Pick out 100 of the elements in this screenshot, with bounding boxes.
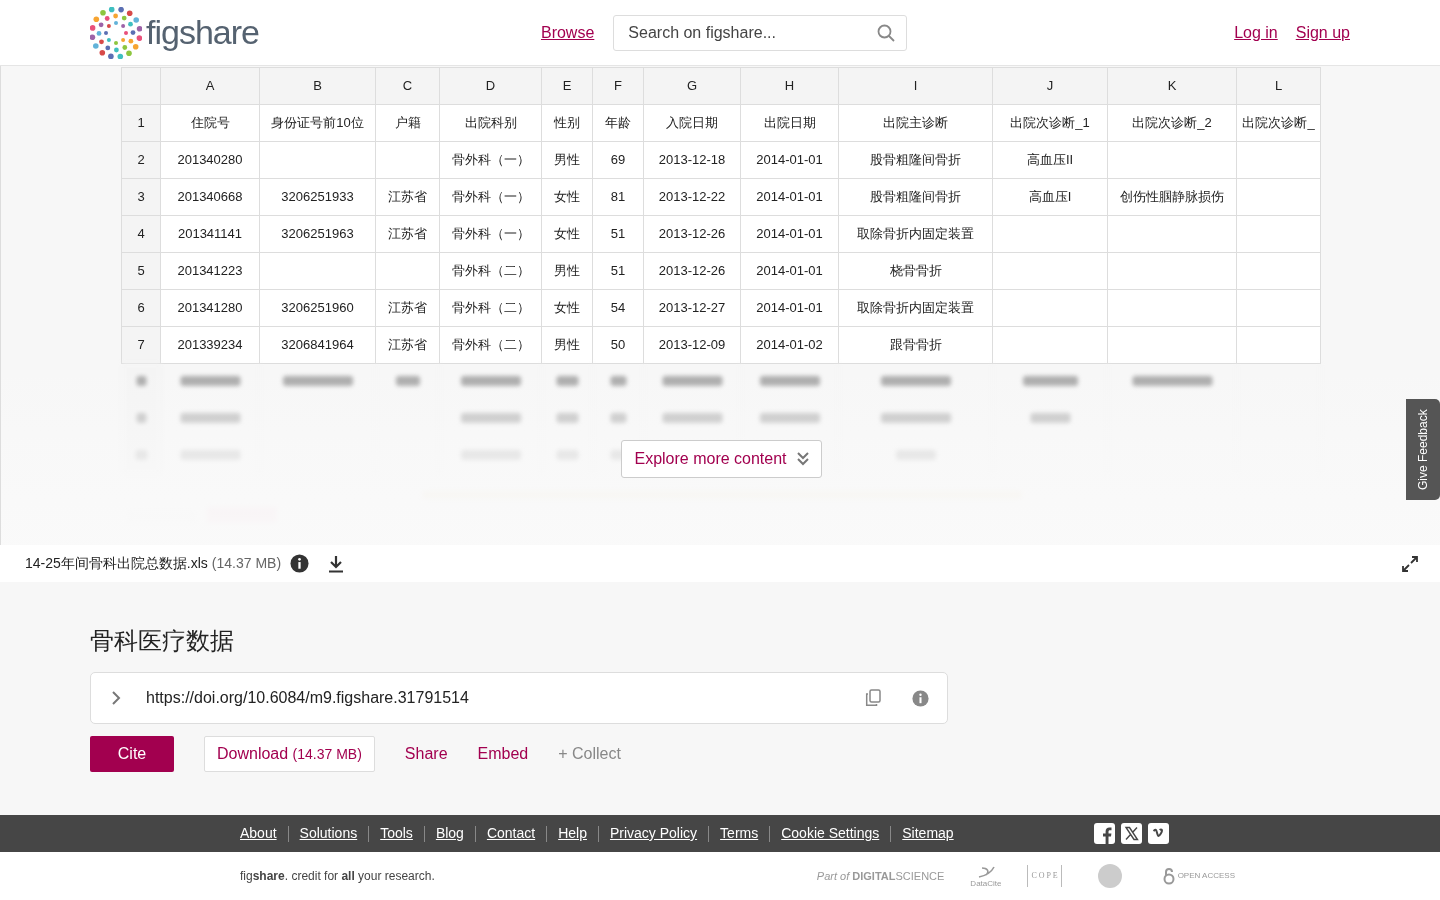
table-cell: 50 bbox=[593, 327, 644, 364]
row-header: 2 bbox=[122, 142, 161, 179]
footer-link[interactable]: Help bbox=[558, 823, 587, 844]
table-cell: 入院日期 bbox=[644, 105, 741, 142]
footer-tagline: figshare. credit for all your research. bbox=[240, 868, 435, 885]
download-button[interactable]: Download (14.37 MB) bbox=[204, 736, 375, 772]
share-button[interactable]: Share bbox=[404, 742, 448, 766]
table-cell: 201341141 bbox=[161, 216, 260, 253]
table-cell: 3206841964 bbox=[260, 327, 376, 364]
table-cell: 2014-01-01 bbox=[741, 142, 839, 179]
give-feedback-tab[interactable]: Give Feedback bbox=[1406, 399, 1440, 500]
column-header: F bbox=[593, 68, 644, 105]
table-cell: 骨外科（一） bbox=[440, 142, 542, 179]
footer-link[interactable]: Tools bbox=[380, 823, 413, 844]
open-lock-icon[interactable] bbox=[1161, 867, 1176, 885]
table-cell: 出院主诊断 bbox=[839, 105, 993, 142]
table-cell: 2014-01-01 bbox=[741, 253, 839, 290]
table-cell bbox=[376, 142, 440, 179]
table-cell: 骨外科（二） bbox=[440, 253, 542, 290]
table-cell: 2014-01-02 bbox=[741, 327, 839, 364]
footer-link[interactable]: Sitemap bbox=[902, 823, 954, 844]
column-header: G bbox=[644, 68, 741, 105]
column-header: K bbox=[1108, 68, 1237, 105]
column-header: D bbox=[440, 68, 542, 105]
logo-icon[interactable] bbox=[90, 6, 142, 59]
table-cell: 创伤性腘静脉损伤 bbox=[1108, 179, 1237, 216]
table-cell: 出院次诊断_ bbox=[1237, 105, 1321, 142]
table-cell: 身份证号前10位 bbox=[260, 105, 376, 142]
table-cell: 骨外科（一） bbox=[440, 179, 542, 216]
table-cell: 201339234 bbox=[161, 327, 260, 364]
search-field[interactable]: Search on figshare... bbox=[613, 14, 908, 51]
row-header: 3 bbox=[122, 179, 161, 216]
column-header: A bbox=[161, 68, 260, 105]
item-title: 骨科医疗数据 bbox=[90, 626, 235, 656]
row-header: 5 bbox=[122, 253, 161, 290]
table-cell: 2013-12-26 bbox=[644, 253, 741, 290]
footer-link[interactable]: Privacy Policy bbox=[609, 823, 698, 844]
info-icon[interactable] bbox=[290, 554, 310, 573]
table-cell: 女性 bbox=[542, 216, 593, 253]
table-cell: 男性 bbox=[542, 327, 593, 364]
footer-link[interactable]: Contact bbox=[486, 823, 536, 844]
search-icon[interactable] bbox=[877, 23, 896, 42]
facebook-icon[interactable] bbox=[1093, 823, 1115, 844]
table-cell: 2014-01-01 bbox=[741, 216, 839, 253]
x-icon[interactable] bbox=[1120, 823, 1142, 844]
table-cell: 桡骨骨折 bbox=[839, 253, 993, 290]
sign-up-link[interactable]: Sign up bbox=[1295, 20, 1350, 45]
footer-link[interactable]: Terms bbox=[720, 823, 759, 844]
explore-more-button[interactable]: Explore more content bbox=[621, 440, 822, 478]
copy-icon[interactable] bbox=[865, 689, 881, 707]
table-cell: 2013-12-22 bbox=[644, 179, 741, 216]
table-cell bbox=[376, 253, 440, 290]
log-in-link[interactable]: Log in bbox=[1234, 20, 1278, 45]
table-cell: 51 bbox=[593, 216, 644, 253]
table-cell: 54 bbox=[593, 290, 644, 327]
file-size: (14.37 MB) bbox=[211, 554, 282, 573]
chevron-right-icon[interactable] bbox=[111, 690, 121, 706]
table-cell: 股骨粗隆间骨折 bbox=[839, 179, 993, 216]
table-cell: 2013-12-09 bbox=[644, 327, 741, 364]
table-cell: 出院次诊断_1 bbox=[993, 105, 1108, 142]
table-cell: 2013-12-27 bbox=[644, 290, 741, 327]
table-cell: 出院科别 bbox=[440, 105, 542, 142]
column-header: E bbox=[542, 68, 593, 105]
table-cell: 出院日期 bbox=[741, 105, 839, 142]
vimeo-icon[interactable] bbox=[1147, 823, 1169, 844]
table-cell: 201341223 bbox=[161, 253, 260, 290]
footer-link[interactable]: About bbox=[240, 823, 277, 844]
table-cell: 江苏省 bbox=[376, 216, 440, 253]
table-cell: 高血压I bbox=[993, 179, 1108, 216]
table-cell: 201341280 bbox=[161, 290, 260, 327]
table-cell: 3206251960 bbox=[260, 290, 376, 327]
row-header: 4 bbox=[122, 216, 161, 253]
footer-link[interactable]: Blog bbox=[435, 823, 464, 844]
table-cell: 3206251963 bbox=[260, 216, 376, 253]
download-icon[interactable] bbox=[328, 554, 345, 573]
table-cell: 年龄 bbox=[593, 105, 644, 142]
footer-link[interactable]: Cookie Settings bbox=[781, 823, 880, 844]
table-cell: 201340280 bbox=[161, 142, 260, 179]
table-cell: 性别 bbox=[542, 105, 593, 142]
column-header: H bbox=[741, 68, 839, 105]
column-header: L bbox=[1237, 68, 1321, 105]
table-cell: 高血压II bbox=[993, 142, 1108, 179]
logo-text[interactable]: figshare bbox=[146, 7, 259, 58]
table-cell: 2013-12-26 bbox=[644, 216, 741, 253]
expand-icon[interactable] bbox=[1402, 555, 1418, 572]
footer-link[interactable]: Solutions bbox=[299, 823, 358, 844]
file-name: 14-25年间骨科出院总数据.xls bbox=[25, 554, 208, 573]
embed-button[interactable]: Embed bbox=[477, 742, 529, 766]
table-cell: 男性 bbox=[542, 253, 593, 290]
browse-link[interactable]: Browse bbox=[540, 20, 595, 45]
table-cell: 骨外科（二） bbox=[440, 327, 542, 364]
table-cell: 骨外科（一） bbox=[440, 216, 542, 253]
table-cell: 出院次诊断_2 bbox=[1108, 105, 1237, 142]
doi-link[interactable]: https://doi.org/10.6084/m9.figshare.31791514 bbox=[146, 686, 469, 710]
table-cell: 骨外科（二） bbox=[440, 290, 542, 327]
table-cell: 江苏省 bbox=[376, 327, 440, 364]
row-header: 6 bbox=[122, 290, 161, 327]
table-cell: 住院号 bbox=[161, 105, 260, 142]
cite-button[interactable]: Cite bbox=[90, 736, 174, 772]
table-cell: 3206251933 bbox=[260, 179, 376, 216]
